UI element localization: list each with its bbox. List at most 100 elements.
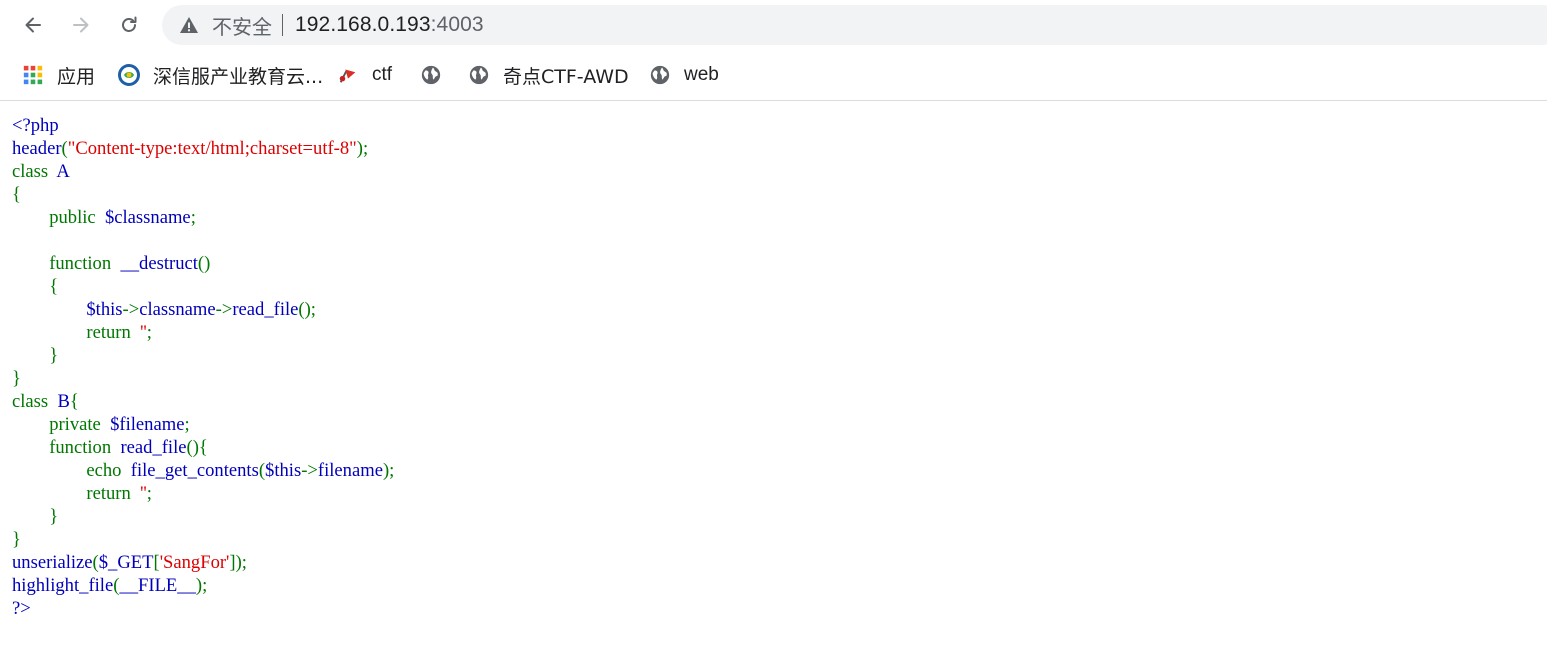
- code-line: ?>: [12, 597, 394, 620]
- globe-icon: [419, 63, 443, 87]
- bookmark-label: 奇点CTF-AWD: [503, 65, 629, 88]
- url-port: :4003: [430, 13, 484, 36]
- code-line: function __destruct(): [12, 252, 394, 275]
- bookmark-web[interactable]: web: [648, 61, 719, 89]
- code-token: {: [12, 184, 21, 205]
- bookmark-sangfor[interactable]: 深信服产业教育云...: [117, 61, 323, 89]
- code-line: header("Content-type:text/html;charset=u…: [12, 137, 394, 160]
- code-line: }: [12, 344, 394, 367]
- code-token: read_file: [232, 299, 299, 320]
- code-token: }: [12, 368, 21, 389]
- code-token: header: [12, 138, 62, 159]
- code-token: "Content-type:text/html;charset=utf-8": [67, 138, 357, 159]
- php-source-code: <?php header("Content-type:text/html;char…: [12, 114, 394, 620]
- code-token: ->: [215, 299, 233, 320]
- code-line: return '';: [12, 482, 394, 505]
- forward-button[interactable]: [65, 9, 97, 41]
- bookmark-apps[interactable]: 应用: [21, 61, 95, 89]
- code-line: class B{: [12, 390, 394, 413]
- back-arrow-icon: [25, 17, 41, 33]
- browser-toolbar: 不安全 192.168.0.193:4003: [0, 0, 1547, 50]
- code-token: filename: [317, 460, 383, 481]
- code-token: function: [12, 253, 121, 274]
- code-line: private $filename;: [12, 413, 394, 436]
- code-token: $classname: [104, 207, 191, 228]
- code-token: ;: [184, 414, 190, 435]
- code-token: );: [382, 460, 395, 481]
- code-line: unserialize($_GET['SangFor']);: [12, 551, 394, 574]
- apps-grid-icon: [21, 63, 45, 87]
- code-line: highlight_file(__FILE__);: [12, 574, 394, 597]
- bookmark-qidian-ctf-awd[interactable]: 奇点CTF-AWD: [467, 61, 629, 89]
- code-line: }: [12, 528, 394, 551]
- code-token: classname: [139, 299, 216, 320]
- globe-icon: [648, 63, 672, 87]
- code-token: $this: [86, 299, 123, 320]
- code-token: A: [56, 161, 70, 182]
- code-line: $this->classname->read_file();: [12, 298, 394, 321]
- code-token: <?php: [12, 115, 59, 136]
- code-token: B: [57, 391, 70, 412]
- code-line: public $classname;: [12, 206, 394, 229]
- code-token: public: [12, 207, 105, 228]
- code-token: ();: [298, 299, 316, 320]
- not-secure-warning-icon[interactable]: [179, 15, 199, 35]
- code-token: '': [140, 322, 147, 343]
- code-token: '': [140, 483, 147, 504]
- code-token: ?>: [12, 598, 31, 619]
- code-line: function read_file(){: [12, 436, 394, 459]
- code-token: {: [12, 276, 59, 297]
- url-host: 192.168.0.193: [295, 13, 431, 36]
- bookmark-label: web: [684, 64, 719, 85]
- code-token: ;: [146, 483, 152, 504]
- code-token: file_get_contents: [130, 460, 259, 481]
- code-token: $_GET: [98, 552, 154, 573]
- code-line: {: [12, 275, 394, 298]
- security-status-label[interactable]: 不安全: [212, 11, 272, 40]
- reload-icon: [122, 16, 137, 32]
- code-line: }: [12, 367, 394, 390]
- reload-button[interactable]: [113, 9, 145, 41]
- code-token: class: [12, 391, 58, 412]
- code-token: __destruct: [120, 253, 198, 274]
- bookmark-label: 应用: [57, 65, 96, 88]
- code-token: __FILE__: [119, 575, 196, 596]
- code-token: (){: [186, 437, 208, 458]
- bookmark-label: 深信服产业教育云...: [153, 65, 324, 88]
- bookmark-ctf[interactable]: ctf: [336, 61, 392, 89]
- code-token: (): [197, 253, 211, 274]
- bookmark-label: ctf: [372, 64, 393, 85]
- code-token: }: [12, 506, 59, 527]
- code-line: class A: [12, 160, 394, 183]
- code-token: ;: [146, 322, 152, 343]
- address-bar[interactable]: 不安全 192.168.0.193:4003: [162, 5, 1547, 45]
- forward-arrow-icon: [73, 17, 89, 33]
- code-token: ;: [190, 207, 196, 228]
- code-token: return: [12, 322, 141, 343]
- code-token: ->: [301, 460, 318, 481]
- code-token: 'SangFor': [159, 552, 230, 573]
- code-token: read_file: [120, 437, 187, 458]
- flag-icon: [336, 63, 360, 87]
- code-token: unserialize: [12, 552, 93, 573]
- code-token: echo: [12, 460, 131, 481]
- code-token: highlight_file: [12, 575, 114, 596]
- code-token: function: [12, 437, 121, 458]
- code-line: return '';: [12, 321, 394, 344]
- bookmarks-bar: 应用 深信服产业教育云... ctf 奇点CTF-AWD web: [0, 50, 1547, 101]
- code-token: $filename: [110, 414, 185, 435]
- address-separator: [282, 14, 283, 36]
- url-text[interactable]: 192.168.0.193:4003: [295, 13, 484, 37]
- bookmark-globe[interactable]: [419, 61, 455, 89]
- code-token: $this: [265, 460, 302, 481]
- code-token: return: [12, 483, 141, 504]
- code-token: class: [12, 161, 57, 182]
- back-button[interactable]: [17, 9, 49, 41]
- code-token: ->: [122, 299, 140, 320]
- globe-icon: [467, 63, 491, 87]
- code-token: ]);: [229, 552, 247, 573]
- code-token: }: [12, 529, 21, 550]
- code-line: echo file_get_contents($this->filename);: [12, 459, 394, 482]
- code-token: );: [195, 575, 208, 596]
